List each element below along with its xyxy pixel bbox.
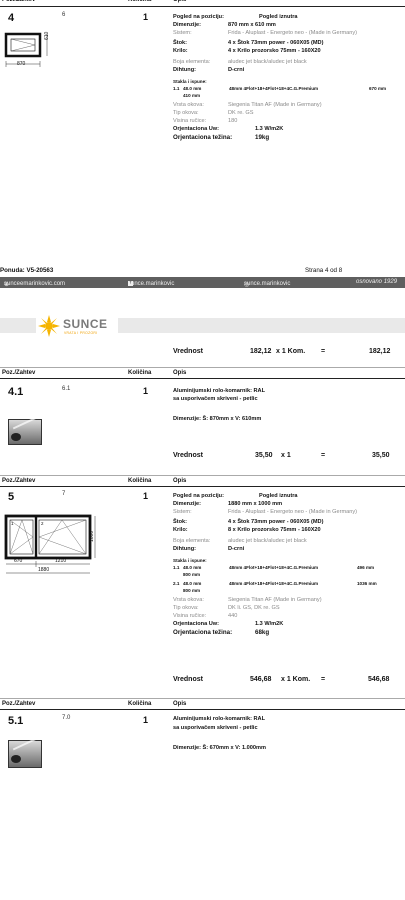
- tip-label: Tip okova:: [173, 110, 199, 116]
- item-sub-number: 6.1: [62, 386, 71, 392]
- value-total: 546,68: [368, 676, 390, 683]
- value-total: 35,50: [372, 452, 390, 459]
- item-qty: 1: [143, 12, 149, 22]
- dihtung-label: Dihtung:: [173, 67, 196, 73]
- dim-width: 870: [17, 61, 26, 67]
- value-label: Vrednost: [173, 452, 203, 459]
- value-multiplier: x 1 Kom.: [276, 348, 306, 355]
- value-multiplier: x 1 Kom.: [281, 676, 311, 683]
- visina-label: Visina ručice:: [173, 118, 207, 124]
- stok-value: 4 x Štok 73mm power - 060X05 (MD): [228, 40, 324, 46]
- value-equals: =: [321, 348, 326, 355]
- glass-row: 2.1 48.0 mm 48mm 4Flot+18+4Flot+18+4C.G.…: [173, 581, 377, 586]
- screen-dimensions: Dimenzije: Š: 670mm x V: 1.000mm: [173, 745, 266, 751]
- sistem-label: Sistem:: [173, 30, 192, 36]
- value-equals: =: [321, 452, 326, 459]
- footer-bar: ⊕ sunceemarinkovic.com f sunce.marinkovi…: [0, 277, 405, 288]
- value-price: 182,12: [250, 348, 272, 355]
- value-multiplier: x 1: [281, 452, 291, 459]
- okov-label: Vrsta okova:: [173, 102, 204, 108]
- item-sub-number: 6: [62, 12, 66, 18]
- dim-value: 870 mm x 610 mm: [228, 22, 276, 28]
- table-header: Poz./Zahtev Količina Opis: [0, 0, 405, 5]
- krilo-value: 4 x Krilo prozorsko 75mm - 160X20: [228, 48, 321, 54]
- glass-row: 1.1 48.0 mm 48mm 4Flot+18+4Flot+18+4C.G.…: [173, 86, 387, 91]
- item-qty: 1: [143, 386, 149, 396]
- stakla-label: Stakla i ispune:: [173, 79, 207, 84]
- value-total: 182,12: [369, 348, 391, 355]
- divider: [0, 698, 405, 699]
- tezina-label: Orjentaciona težina:: [173, 134, 233, 141]
- screen-dimensions: Dimenzije: Š: 870mm x V: 610mm: [173, 416, 262, 422]
- boja-label: Boja elementa:: [173, 59, 211, 65]
- item-number: 5.1: [8, 715, 24, 727]
- value-equals: =: [321, 676, 326, 683]
- logo-tagline: VRATA I PROZORI: [64, 331, 98, 335]
- logo: SUNCE VRATA I PROZORI: [36, 313, 118, 339]
- screen-desc-line1: Aluminijumski rolo-komarnik: RAL: [173, 716, 265, 722]
- okov-value: Siegenia Titan AF (Made in Germany): [228, 102, 322, 108]
- item-4-details: Pogled na poziciju: Pogled iznutra Dimenz…: [173, 14, 405, 143]
- dim-width-total: 1880: [38, 567, 50, 573]
- uw-label: Orjentaciona Uw:: [173, 126, 220, 132]
- dim-label: Dimenzije:: [173, 22, 201, 28]
- window-drawing: [4, 514, 96, 574]
- item-5-details: Pogled na poziciju: Pogled iznutra Dimenz…: [173, 493, 405, 638]
- dim-height: 610: [44, 31, 50, 40]
- dim-width-left: 670: [14, 558, 23, 564]
- divider: [0, 709, 405, 710]
- divider: [0, 475, 405, 476]
- item-qty: 1: [143, 491, 149, 501]
- divider: [0, 378, 405, 379]
- value-price: 546,68: [250, 676, 272, 683]
- krilo-label: Krilo:: [173, 48, 188, 54]
- screen-desc-line2: sa usporivačem skriveni - petlic: [173, 725, 258, 731]
- tezina-value: 19kg: [255, 134, 270, 141]
- founded-text: osnovano 1929: [356, 279, 398, 285]
- item-number: 4.1: [8, 386, 24, 398]
- screen-thumbnail: [8, 737, 42, 768]
- tip-value: DK re. GS: [228, 110, 254, 116]
- offer-number: Ponuda: V5-20563: [0, 267, 54, 274]
- window-drawing: [4, 32, 48, 67]
- dihtung-value: D-crni: [228, 67, 245, 73]
- screen-desc-line2: sa usporivačem skriveni - petlic: [173, 396, 258, 402]
- divider: [0, 367, 405, 368]
- logo-name: SUNCE: [63, 317, 108, 331]
- dim-height: 1000: [89, 530, 95, 542]
- sistem-value: Frida - Aluplast - Energeto neo - (Made …: [228, 30, 358, 36]
- divider: [0, 6, 405, 7]
- table-header: Poz./Zahtev Količina Opis: [2, 701, 187, 707]
- page-counter: Strana 4 od 8: [305, 267, 343, 274]
- value-label: Vrednost: [173, 676, 203, 683]
- sun-icon: [38, 315, 60, 337]
- pane-1-label: 1: [11, 521, 14, 526]
- uw-value: 1.3 W/m2K: [255, 126, 284, 132]
- item-sub-number: 7.0: [62, 715, 71, 721]
- stok-label: Štok:: [173, 40, 187, 46]
- item-qty: 1: [143, 715, 149, 725]
- pane-2-label: 2: [41, 521, 44, 526]
- glass-height: 410 mm: [183, 93, 201, 98]
- pogled-label: Pogled na poziciju:: [173, 14, 224, 20]
- header-poz: Poz./Zahtev: [2, 0, 36, 3]
- item-sub-number: 7: [62, 491, 66, 497]
- pogled-value: Pogled iznutra: [259, 14, 298, 20]
- value-price: 35,50: [255, 452, 273, 459]
- header-opis: Opis: [173, 0, 187, 3]
- visina-value: 180: [228, 118, 238, 124]
- glass-row: 1.1 48.0 mm 48mm 4Flot+18+4Flot+18+4C.G.…: [173, 565, 375, 570]
- value-label: Vrednost: [173, 348, 203, 355]
- item-number: 5: [8, 491, 15, 503]
- boja-value: aludec jet black/aludec jet black: [228, 59, 307, 65]
- screen-desc-line1: Aluminijumski rolo-komarnik: RAL: [173, 388, 265, 394]
- table-header: Poz./Zahtev Količina Opis: [2, 478, 187, 484]
- header-kolicina: Količina: [128, 0, 152, 3]
- dim-width-right: 1210: [55, 558, 67, 564]
- screen-thumbnail: [8, 416, 42, 445]
- item-number: 4: [8, 12, 15, 24]
- divider: [0, 486, 405, 487]
- table-header: Poz./Zahtev Količina Opis: [2, 370, 187, 376]
